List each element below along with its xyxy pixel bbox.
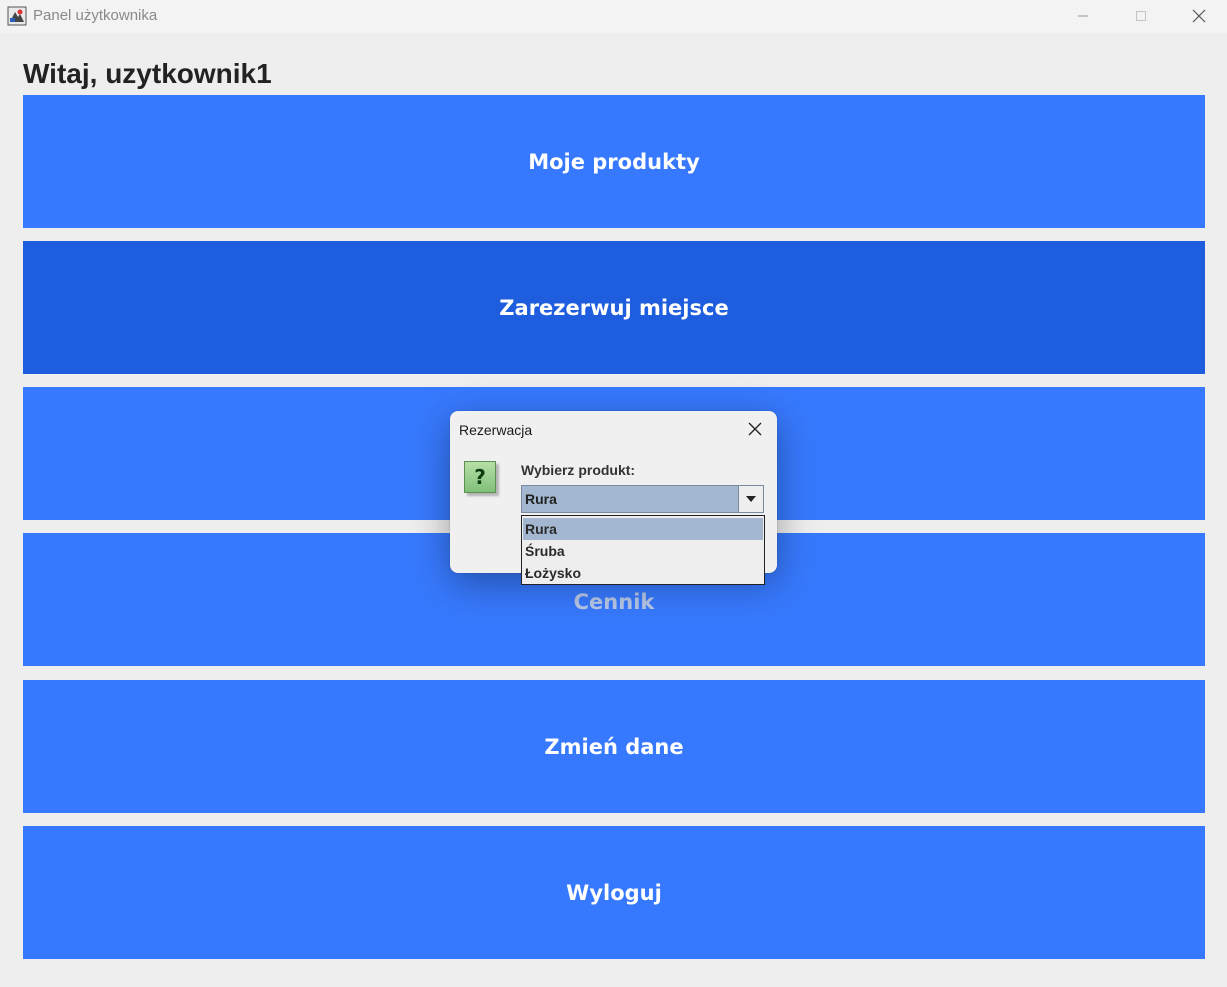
close-icon <box>748 422 762 436</box>
product-dropdown-list: Rura Śruba Łożysko <box>521 515 765 585</box>
dropdown-option-sruba[interactable]: Śruba <box>523 540 763 562</box>
dropdown-option-rura[interactable]: Rura <box>523 518 763 540</box>
greeting-heading: Witaj, uzytkownik1 <box>23 58 272 89</box>
reserve-place-button[interactable]: Zarezerwuj miejsce <box>23 241 1205 374</box>
close-window-button[interactable] <box>1170 0 1227 32</box>
minimize-button[interactable] <box>1054 0 1112 32</box>
user-panel-window: Panel użytkownika Witaj, uzytkownik1 Moj… <box>0 0 1227 987</box>
logout-button[interactable]: Wyloguj <box>23 826 1205 959</box>
product-label: Wybierz produkt: <box>521 462 636 478</box>
close-icon <box>1192 9 1206 23</box>
change-data-button[interactable]: Zmień dane <box>23 680 1205 813</box>
window-title: Panel użytkownika <box>33 7 158 24</box>
dialog-title: Rezerwacja <box>459 422 533 438</box>
chevron-down-icon <box>746 496 756 502</box>
combobox-selected-value: Rura <box>525 491 557 507</box>
question-icon: ? <box>464 461 496 493</box>
my-products-button[interactable]: Moje produkty <box>23 95 1205 228</box>
title-bar: Panel użytkownika <box>0 0 1227 33</box>
dialog-close-button[interactable] <box>743 417 767 441</box>
product-combobox[interactable]: Rura <box>521 485 764 513</box>
app-icon <box>7 6 27 26</box>
maximize-button[interactable] <box>1112 0 1170 32</box>
minimize-icon <box>1078 15 1088 17</box>
dropdown-option-lozysko[interactable]: Łożysko <box>523 562 763 584</box>
maximize-icon <box>1136 11 1146 21</box>
combobox-arrow-button[interactable] <box>738 486 763 512</box>
